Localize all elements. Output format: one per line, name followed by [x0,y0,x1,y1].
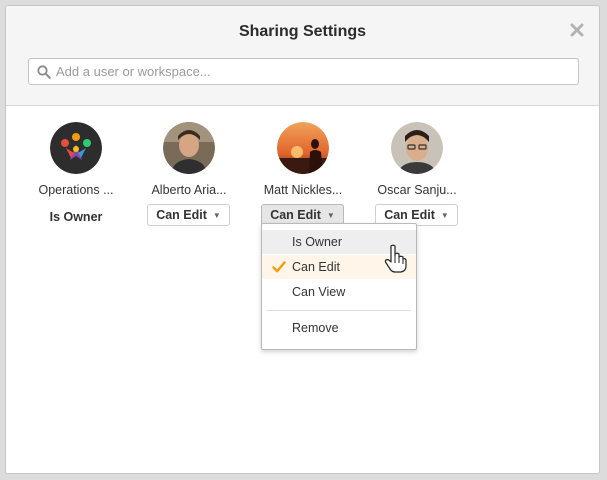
caret-down-icon: ▼ [212,210,221,220]
member-name: Matt Nickles... [263,183,343,197]
user-avatar [391,122,443,174]
dialog-header: Sharing Settings [6,6,599,106]
search-field[interactable] [28,58,579,85]
menu-item-remove[interactable]: Remove [262,316,416,340]
close-icon[interactable] [568,21,586,39]
caret-down-icon: ▼ [326,210,335,220]
search-icon [37,65,51,79]
sharing-settings-dialog: Sharing Settings Add a user or workspace… [5,5,600,474]
search-input[interactable] [56,59,572,84]
role-dropdown-menu: Is Owner Can Edit Can View Remove [261,223,417,350]
member-role-label: Is Owner [49,210,103,224]
member-name: Alberto Aria... [151,183,227,197]
menu-item-label: Can Edit [292,260,340,274]
hand-pointer-icon [384,244,408,274]
role-dropdown-button[interactable]: Can Edit ▼ [147,204,230,226]
member-name: Oscar Sanju... [377,183,457,197]
workspace-logo-icon [50,122,102,174]
role-button-label: Can Edit [384,208,435,222]
member-name: Operations ... [38,183,114,197]
checkmark-icon [272,260,286,274]
menu-item-label: Is Owner [292,235,343,249]
role-button-label: Can Edit [270,208,321,222]
user-avatar [277,122,329,174]
user-avatar [163,122,215,174]
menu-item-can-view[interactable]: Can View [262,280,416,304]
menu-item-label: Remove [292,321,339,335]
menu-item-label: Can View [292,285,346,299]
menu-divider [267,310,411,311]
dialog-title: Sharing Settings [238,23,367,40]
role-button-label: Can Edit [156,208,207,222]
caret-down-icon: ▼ [440,210,449,220]
